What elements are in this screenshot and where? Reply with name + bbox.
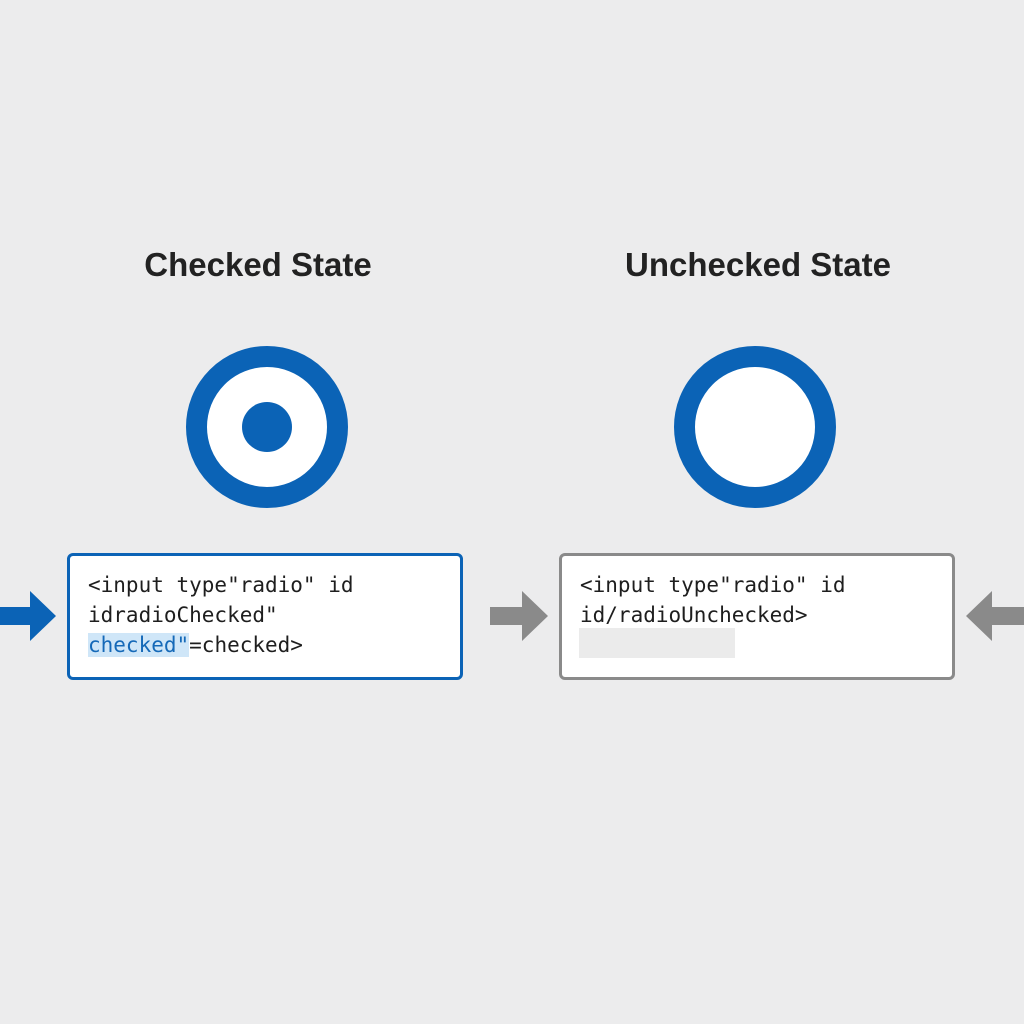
code-line: <input type"radio" id (88, 573, 354, 597)
unchecked-radio-button[interactable] (674, 346, 836, 508)
checked-code-snippet: <input type"radio" id idradioChecked" ch… (67, 553, 463, 680)
radio-state-diagram: Checked State Unchecked State <input typ… (0, 0, 1024, 1024)
unchecked-state-title: Unchecked State (625, 246, 891, 283)
arrow-right-icon (0, 591, 56, 641)
checked-state-title: Checked State (144, 246, 372, 283)
arrow-right-icon (490, 591, 548, 641)
code-line: <input type"radio" id (580, 573, 846, 597)
code-line: idradioChecked" (88, 603, 278, 627)
radio-dot-indicator (242, 402, 292, 452)
unchecked-code-snippet: <input type"radio" id id/radioUnchecked> (559, 553, 955, 680)
empty-attribute-placeholder (579, 628, 735, 658)
code-line: id/radioUnchecked> (580, 603, 808, 627)
code-text: =checked> (189, 633, 303, 657)
checked-radio-button[interactable] (186, 346, 348, 508)
checked-attribute-highlight: checked" (88, 633, 190, 657)
code-line: checked"=checked> (88, 630, 444, 660)
arrow-left-icon (966, 591, 1024, 641)
